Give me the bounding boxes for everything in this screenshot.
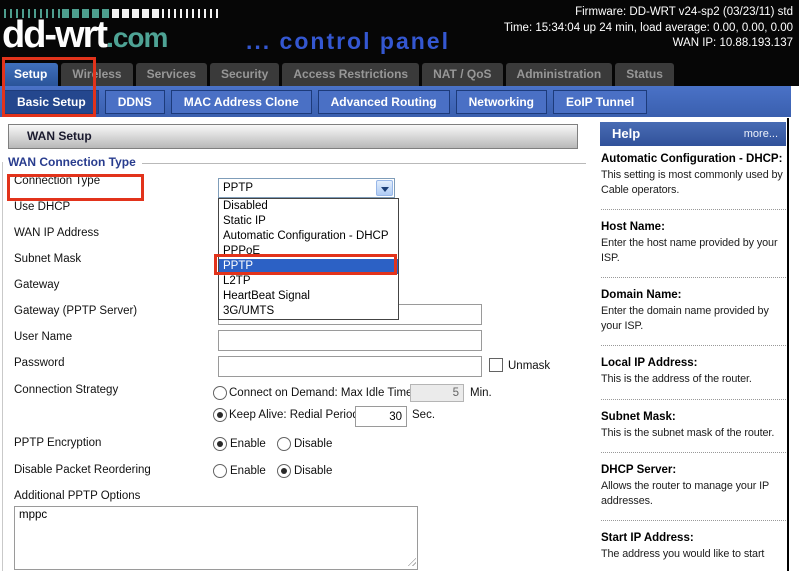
main-nav-tabs: Setup Wireless Services Security Access … [0,62,799,86]
help-heading: Host Name: [601,221,786,233]
max-idle-time-input[interactable] [410,384,464,402]
annotation-box-setup-basic-setup [2,57,96,117]
subtab-eoip-tunnel[interactable]: EoIP Tunnel [553,90,647,114]
subtab-networking[interactable]: Networking [456,90,547,114]
password-input[interactable] [218,356,482,377]
help-title: Help [612,126,640,141]
help-text: Enter the domain name provided by your I… [601,304,786,333]
help-heading: Domain Name: [601,289,786,301]
connect-on-demand-radio[interactable] [213,386,227,400]
logo-text-com: .com [106,22,167,53]
tab-access-restrictions[interactable]: Access Restrictions [282,63,419,86]
connect-on-demand-label: Connect on Demand: Max Idle Time [229,387,412,399]
additional-pptp-options-label: Additional PPTP Options [14,490,140,502]
option-heartbeat-signal[interactable]: HeartBeat Signal [219,289,398,304]
packet-reordering-enable-radio[interactable] [213,464,227,478]
system-info: Firmware: DD-WRT v24-sp2 (03/23/11) std … [504,5,793,52]
unmask-label: Unmask [508,360,550,372]
subnet-mask-label: Subnet Mask [14,253,81,265]
help-text: Enter the host name provided by your ISP… [601,236,786,265]
subtab-advanced-routing[interactable]: Advanced Routing [318,90,450,114]
help-separator [601,452,786,453]
group-title: WAN Connection Type [8,155,136,169]
tab-nat-qos[interactable]: NAT / QoS [422,63,502,86]
sec-unit-label: Sec. [412,409,435,421]
gateway-label: Gateway [14,279,59,291]
control-panel-tagline: ... control panel [246,28,450,55]
dd-wrt-logo: dd-wrt.com [2,14,167,57]
help-separator [601,345,786,346]
use-dhcp-label: Use DHCP [14,201,70,213]
group-rule [142,163,586,169]
wan-ip-info: WAN IP: 10.88.193.137 [504,36,793,52]
packet-reordering-enable-label: Enable [230,465,266,477]
help-panel-body: Automatic Configuration - DHCP: This set… [601,153,786,562]
help-text: This setting is most commonly used by Ca… [601,168,786,197]
help-heading: Local IP Address: [601,357,786,369]
additional-pptp-options-textarea[interactable]: mppc [14,506,418,570]
help-text: This is the subnet mask of the router. [601,426,786,441]
help-text: This is the address of the router. [601,372,786,387]
wan-setup-section-header: WAN Setup [8,124,578,149]
unmask-checkbox[interactable] [489,358,503,372]
wan-connection-type-group: WAN Connection Type [8,155,586,169]
pptp-encryption-disable-label: Disable [294,438,332,450]
packet-reordering-disable-radio[interactable] [277,464,291,478]
group-left-rule [2,162,3,571]
header: dd-wrt.com ... control panel Firmware: D… [0,0,799,86]
help-text: The address you would like to start [601,547,786,562]
min-unit-label: Min. [470,387,492,399]
tab-security[interactable]: Security [210,63,279,86]
annotation-box-connection-type [7,174,144,201]
option-3g-umts[interactable]: 3G/UMTS [219,304,398,319]
connection-strategy-label: Connection Strategy [14,384,118,396]
dd-wrt-control-panel: dd-wrt.com ... control panel Firmware: D… [0,0,799,571]
gateway-pptp-server-label: Gateway (PPTP Server) [14,305,137,317]
keep-alive-radio[interactable] [213,408,227,422]
pptp-encryption-enable-radio[interactable] [213,437,227,451]
option-disabled[interactable]: Disabled [219,199,398,214]
help-heading: Start IP Address: [601,532,786,544]
pptp-encryption-label: PPTP Encryption [14,437,101,449]
chevron-down-icon[interactable] [376,180,393,196]
help-separator [601,399,786,400]
option-l2tp[interactable]: L2TP [219,274,398,289]
annotation-box-pptp-option [214,254,397,275]
option-automatic-configuration-dhcp[interactable]: Automatic Configuration - DHCP [219,229,398,244]
tab-services[interactable]: Services [136,63,207,86]
help-separator [601,277,786,278]
subtab-ddns[interactable]: DDNS [105,90,165,114]
user-name-label: User Name [14,331,72,343]
help-text: Allows the router to manage your IP addr… [601,479,786,508]
connection-type-select[interactable]: PPTP [218,178,395,198]
packet-reordering-disable-label: Disable [294,465,332,477]
pptp-encryption-enable-label: Enable [230,438,266,450]
help-right-border [787,118,789,571]
subtab-mac-address-clone[interactable]: MAC Address Clone [171,90,312,114]
help-separator [601,209,786,210]
help-heading: Automatic Configuration - DHCP: [601,153,786,165]
option-static-ip[interactable]: Static IP [219,214,398,229]
keep-alive-label: Keep Alive: Redial Period [229,409,359,421]
help-more-link[interactable]: more... [744,128,778,140]
firmware-info: Firmware: DD-WRT v24-sp2 (03/23/11) std [504,5,793,21]
wan-ip-address-label: WAN IP Address [14,227,99,239]
help-panel-header: Help more... [600,122,786,146]
disable-packet-reordering-label: Disable Packet Reordering [14,464,151,476]
help-separator [601,520,786,521]
help-heading: Subnet Mask: [601,411,786,423]
pptp-encryption-disable-radio[interactable] [277,437,291,451]
help-heading: DHCP Server: [601,464,786,476]
select-value: PPTP [223,182,253,194]
sub-nav-tabs: Basic Setup DDNS MAC Address Clone Advan… [0,86,791,117]
logo-text-ddwrt: dd-wrt [2,14,106,56]
tab-administration[interactable]: Administration [506,63,613,86]
user-name-input[interactable] [218,330,482,351]
password-label: Password [14,357,65,369]
time-info: Time: 15:34:04 up 24 min, load average: … [504,21,793,37]
tab-status[interactable]: Status [615,63,674,86]
redial-period-input[interactable] [355,406,407,427]
